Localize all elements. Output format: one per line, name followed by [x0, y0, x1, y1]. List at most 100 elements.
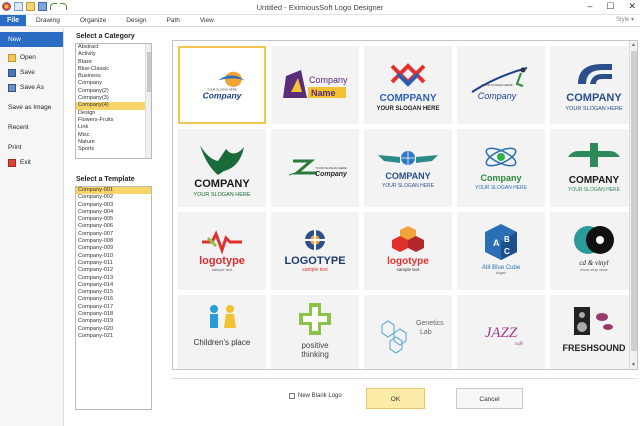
style-menu[interactable]: Style ▾ [616, 16, 634, 23]
tab-view[interactable]: View [190, 15, 224, 26]
menu-exit[interactable]: Exit [0, 155, 63, 170]
category-item[interactable]: Sports [76, 146, 151, 153]
tab-file[interactable]: File [0, 15, 26, 26]
ok-button[interactable]: OK [366, 388, 425, 409]
children-logo: Children's place [194, 305, 251, 347]
template-item[interactable]: Company-013 [76, 275, 151, 282]
logo-tile[interactable]: Children's place [178, 295, 266, 369]
category-item[interactable]: Blaze [76, 59, 151, 66]
logo-tile[interactable]: LOGOTYPE sample text [271, 212, 359, 290]
logo-tile[interactable]: Company YOUR SLOGAN HERE [457, 129, 545, 207]
menu-open[interactable]: Open [0, 50, 63, 65]
template-item[interactable]: Company-016 [76, 296, 151, 303]
template-item[interactable]: Company-020 [76, 326, 151, 333]
category-item[interactable]: Link [76, 124, 151, 131]
template-item[interactable]: Company-009 [76, 245, 151, 252]
new-blank-logo-checkbox[interactable] [289, 393, 295, 399]
new-blank-logo-label: New Blank Logo [298, 393, 342, 399]
category-item[interactable]: Design [76, 110, 151, 117]
maximize-button[interactable]: ☐ [606, 1, 614, 12]
tile-slogan: slogan [496, 271, 506, 275]
category-item[interactable]: Company [76, 80, 151, 87]
category-item[interactable]: Abstract [76, 44, 151, 51]
backstage-menu: New Open Save Save As Save as Image Rece… [0, 28, 64, 426]
template-item[interactable]: Company-004 [76, 209, 151, 216]
template-item[interactable]: Company-012 [76, 267, 151, 274]
tile-company: FRESHSOUND [562, 343, 626, 353]
template-item[interactable]: Company-006 [76, 223, 151, 230]
menu-print[interactable]: Print [0, 140, 63, 155]
logo-tile[interactable]: logotype sample text [364, 212, 452, 290]
category-item[interactable]: Activity [76, 51, 151, 58]
logo-tile[interactable]: cd & vinyl music shop name [550, 212, 637, 290]
template-list[interactable]: Company-001 Company-002 Company-003 Comp… [75, 186, 152, 410]
logo-tile[interactable]: COMPPANY YOUR SLOGAN HERE [364, 46, 452, 124]
template-item[interactable]: Company-008 [76, 238, 151, 245]
logo-tile[interactable]: logotype sample text [178, 212, 266, 290]
category-item-selected[interactable]: Company(4) [76, 102, 151, 110]
category-item[interactable]: Business [76, 73, 151, 80]
template-item[interactable]: Company-010 [76, 253, 151, 260]
cancel-button[interactable]: Cancel [456, 388, 523, 409]
logo-tile[interactable]: COMPANY YOUR SLOGAN HERE [550, 129, 637, 207]
scroll-down-arrow-icon[interactable]: ▼ [631, 362, 636, 368]
template-item[interactable]: Company-021 [76, 333, 151, 340]
template-item[interactable]: Company-018 [76, 311, 151, 318]
tab-organize[interactable]: Organize [70, 15, 116, 26]
template-item[interactable]: Company-011 [76, 260, 151, 267]
exit-icon [8, 158, 16, 167]
gallery-scrollbar[interactable]: ▲ ▼ [629, 41, 637, 369]
template-item[interactable]: Company-007 [76, 231, 151, 238]
tab-path[interactable]: Path [156, 15, 189, 26]
new-blank-logo-option[interactable]: New Blank Logo [289, 393, 342, 399]
category-item[interactable]: Company(3) [76, 95, 151, 102]
category-item[interactable]: Flowers-Fruits [76, 117, 151, 124]
minimize-button[interactable]: – [587, 1, 592, 12]
logo-tile[interactable]: COMPANY YOUR SLOGAN HERE [178, 129, 266, 207]
scroll-up-arrow-icon[interactable]: ▲ [631, 42, 636, 48]
atom-logo: Company YOUR SLOGAN HERE [475, 147, 528, 191]
logo-tile[interactable]: COMPANY YOUR SLOGAN HERE [364, 129, 452, 207]
category-scroll-thumb[interactable] [147, 52, 151, 92]
category-item[interactable]: Misc [76, 132, 151, 139]
menu-recent[interactable]: Recent [0, 120, 63, 135]
logo-tile[interactable]: A B C Atit Blue Cube slogan [457, 212, 545, 290]
category-item[interactable]: Blue-Classic [76, 66, 151, 73]
category-item[interactable]: Company(2) [76, 88, 151, 95]
logo-tile[interactable]: COMPANY YOUR SLOGAN HERE [550, 46, 637, 124]
template-item[interactable]: Company-015 [76, 289, 151, 296]
tile-company: cd & vinyl [579, 259, 608, 267]
logo-tile-selected[interactable]: YOUR SLOGAN HERE Company [178, 46, 266, 124]
category-scrollbar[interactable] [145, 44, 151, 158]
template-item[interactable]: Company-017 [76, 304, 151, 311]
svg-text:B: B [504, 235, 510, 244]
logo-tile[interactable]: FRESHSOUND [550, 295, 637, 369]
template-item[interactable]: Company-003 [76, 202, 151, 209]
close-button[interactable]: ✕ [628, 1, 636, 12]
logo-tile[interactable]: Company Name [271, 46, 359, 124]
tile-logotype: LOGOTYPE [284, 255, 345, 267]
tile-line1: JAZZ [485, 325, 518, 341]
menu-save-as[interactable]: Save As [0, 80, 63, 95]
tab-design[interactable]: Design [116, 15, 156, 26]
winged-globe-logo: COMPANY YOUR SLOGAN HERE [378, 151, 438, 189]
logo-tile[interactable]: positive thinking [271, 295, 359, 369]
template-item[interactable]: Company-002 [76, 194, 151, 201]
template-item[interactable]: Company-005 [76, 216, 151, 223]
logo-tile[interactable]: YOUR SLOGAN HERE Company [271, 129, 359, 207]
tab-drawing[interactable]: Drawing [26, 15, 70, 26]
logo-tile[interactable]: Genetics Lab [364, 295, 452, 369]
menu-save[interactable]: Save [0, 65, 63, 80]
template-item[interactable]: Company-014 [76, 282, 151, 289]
tile-slogan: music shop name [580, 268, 607, 272]
category-list[interactable]: Abstract Activity Blaze Blue-Classic Bus… [75, 43, 152, 159]
menu-new[interactable]: New [0, 32, 63, 47]
logo-tile[interactable]: YOUR SLOGAN HERE Company [457, 46, 545, 124]
category-item[interactable]: Nature [76, 139, 151, 146]
template-item-selected[interactable]: Company-001 [76, 187, 151, 195]
menu-save-as-image[interactable]: Save as Image [0, 100, 63, 115]
gallery-scroll-thumb[interactable] [631, 51, 637, 351]
template-item[interactable]: Company-019 [76, 318, 151, 325]
logo-tile[interactable]: JAZZ café [457, 295, 545, 369]
lattice-logo: COMPPANY YOUR SLOGAN HERE [376, 63, 440, 112]
